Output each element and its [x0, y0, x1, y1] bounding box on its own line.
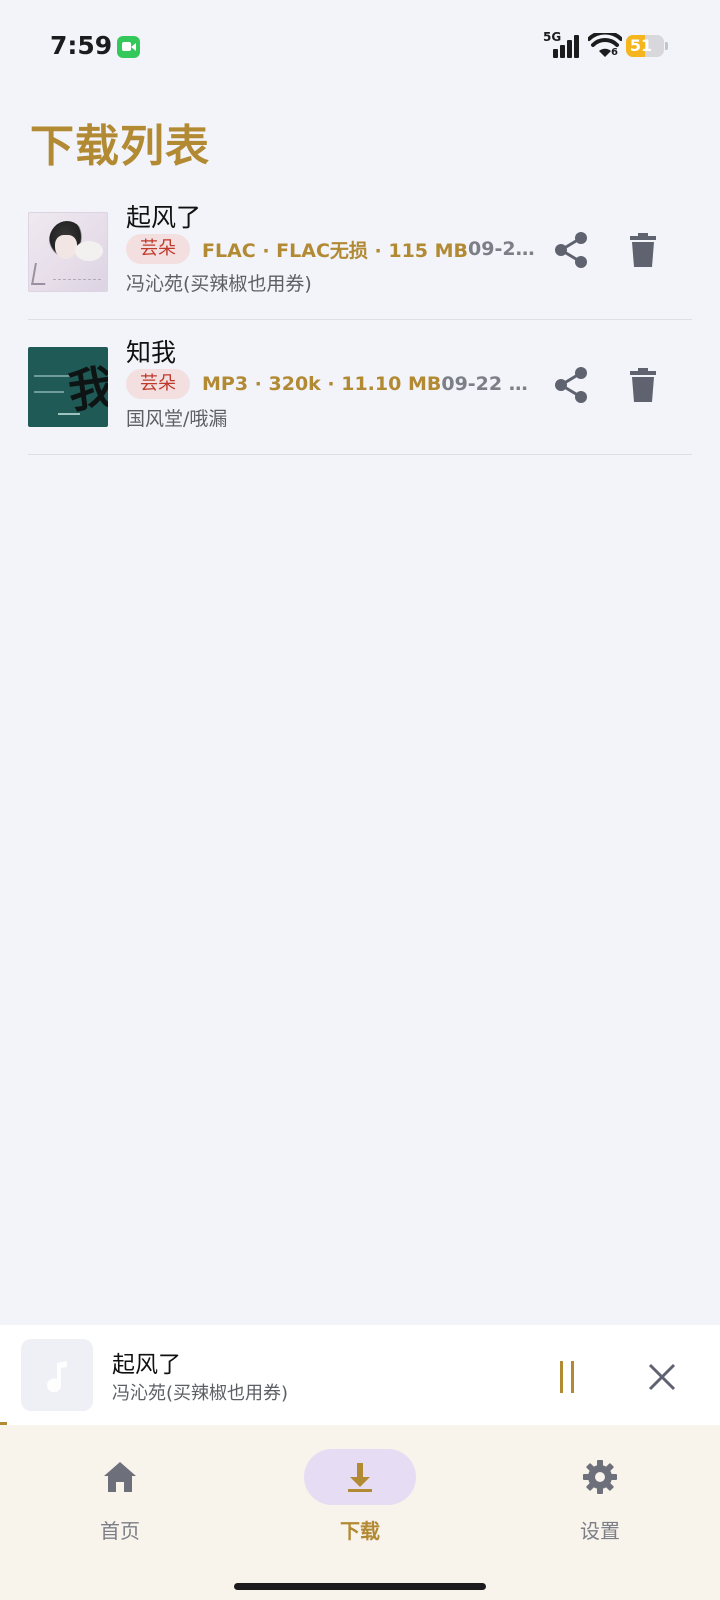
facetime-icon: [117, 36, 140, 58]
mini-player[interactable]: 起风了 冯沁苑(买辣椒也用券): [0, 1325, 720, 1425]
delete-button[interactable]: [618, 360, 668, 410]
home-icon: [104, 1462, 136, 1492]
source-tag: 芸朵: [126, 234, 190, 264]
format-info: FLAC · FLAC无损 · 115 MB: [202, 239, 469, 262]
close-player-button[interactable]: [640, 1355, 684, 1399]
nav-download[interactable]: 下载: [290, 1445, 430, 1555]
list-item[interactable]: 我 知我 芸朵 MP3 · 320k · 11.10 MB 09-22 07:5…: [28, 320, 692, 455]
nav-download-label: 下载: [340, 1519, 380, 1543]
song-title: 知我: [126, 338, 177, 367]
status-bar: 7:59 5G 6 51: [0, 0, 720, 92]
song-artist: 国风堂/哦漏: [126, 408, 228, 430]
battery-cap: [665, 42, 668, 50]
mini-player-cover: [21, 1339, 93, 1411]
pause-button[interactable]: [552, 1357, 584, 1397]
share-icon: [555, 367, 587, 403]
battery-level: 51: [629, 36, 653, 55]
download-date: 09-22 07:58: [468, 238, 538, 260]
player-song-title: 起风了: [112, 1352, 181, 1378]
list-item[interactable]: 起风了 芸朵 FLAC · FLAC无损 · 115 MB 09-22 07:5…: [28, 185, 692, 320]
nav-settings-label: 设置: [580, 1519, 620, 1543]
player-artist: 冯沁苑(买辣椒也用券): [112, 1383, 289, 1404]
share-button[interactable]: [546, 225, 596, 275]
home-indicator: [234, 1583, 486, 1590]
source-tag: 芸朵: [126, 369, 190, 399]
signal-icon: [553, 34, 583, 58]
bottom-nav: 首页 下载 设置: [0, 1425, 720, 1600]
battery-icon: 51: [626, 35, 664, 57]
pause-icon: [560, 1361, 563, 1393]
close-icon: [648, 1363, 676, 1391]
share-button[interactable]: [546, 360, 596, 410]
share-icon: [555, 232, 587, 268]
format-info: MP3 · 320k · 11.10 MB: [202, 373, 442, 395]
wifi-6-badge: 6: [611, 47, 618, 58]
download-list: 起风了 芸朵 FLAC · FLAC无损 · 115 MB 09-22 07:5…: [28, 185, 692, 455]
trash-icon: [630, 368, 656, 402]
nav-settings[interactable]: 设置: [530, 1445, 670, 1555]
download-date: 09-22 07:57: [441, 373, 538, 395]
trash-icon: [630, 233, 656, 267]
nav-home-label: 首页: [100, 1519, 140, 1543]
song-title: 起风了: [126, 203, 202, 232]
song-artist: 冯沁苑(买辣椒也用券): [126, 273, 312, 295]
music-note-icon: [47, 1359, 67, 1393]
page-title: 下载列表: [30, 121, 210, 172]
song-meta: 芸朵 MP3 · 320k · 11.10 MB 09-22 07:57: [126, 368, 538, 400]
delete-button[interactable]: [618, 225, 668, 275]
album-cover: 我: [28, 347, 108, 427]
gear-icon: [583, 1460, 617, 1494]
status-time: 7:59: [50, 31, 113, 60]
song-meta: 芸朵 FLAC · FLAC无损 · 115 MB 09-22 07:58: [126, 233, 538, 265]
download-icon: [348, 1463, 372, 1492]
nav-home[interactable]: 首页: [50, 1445, 190, 1555]
album-cover: [28, 212, 108, 292]
